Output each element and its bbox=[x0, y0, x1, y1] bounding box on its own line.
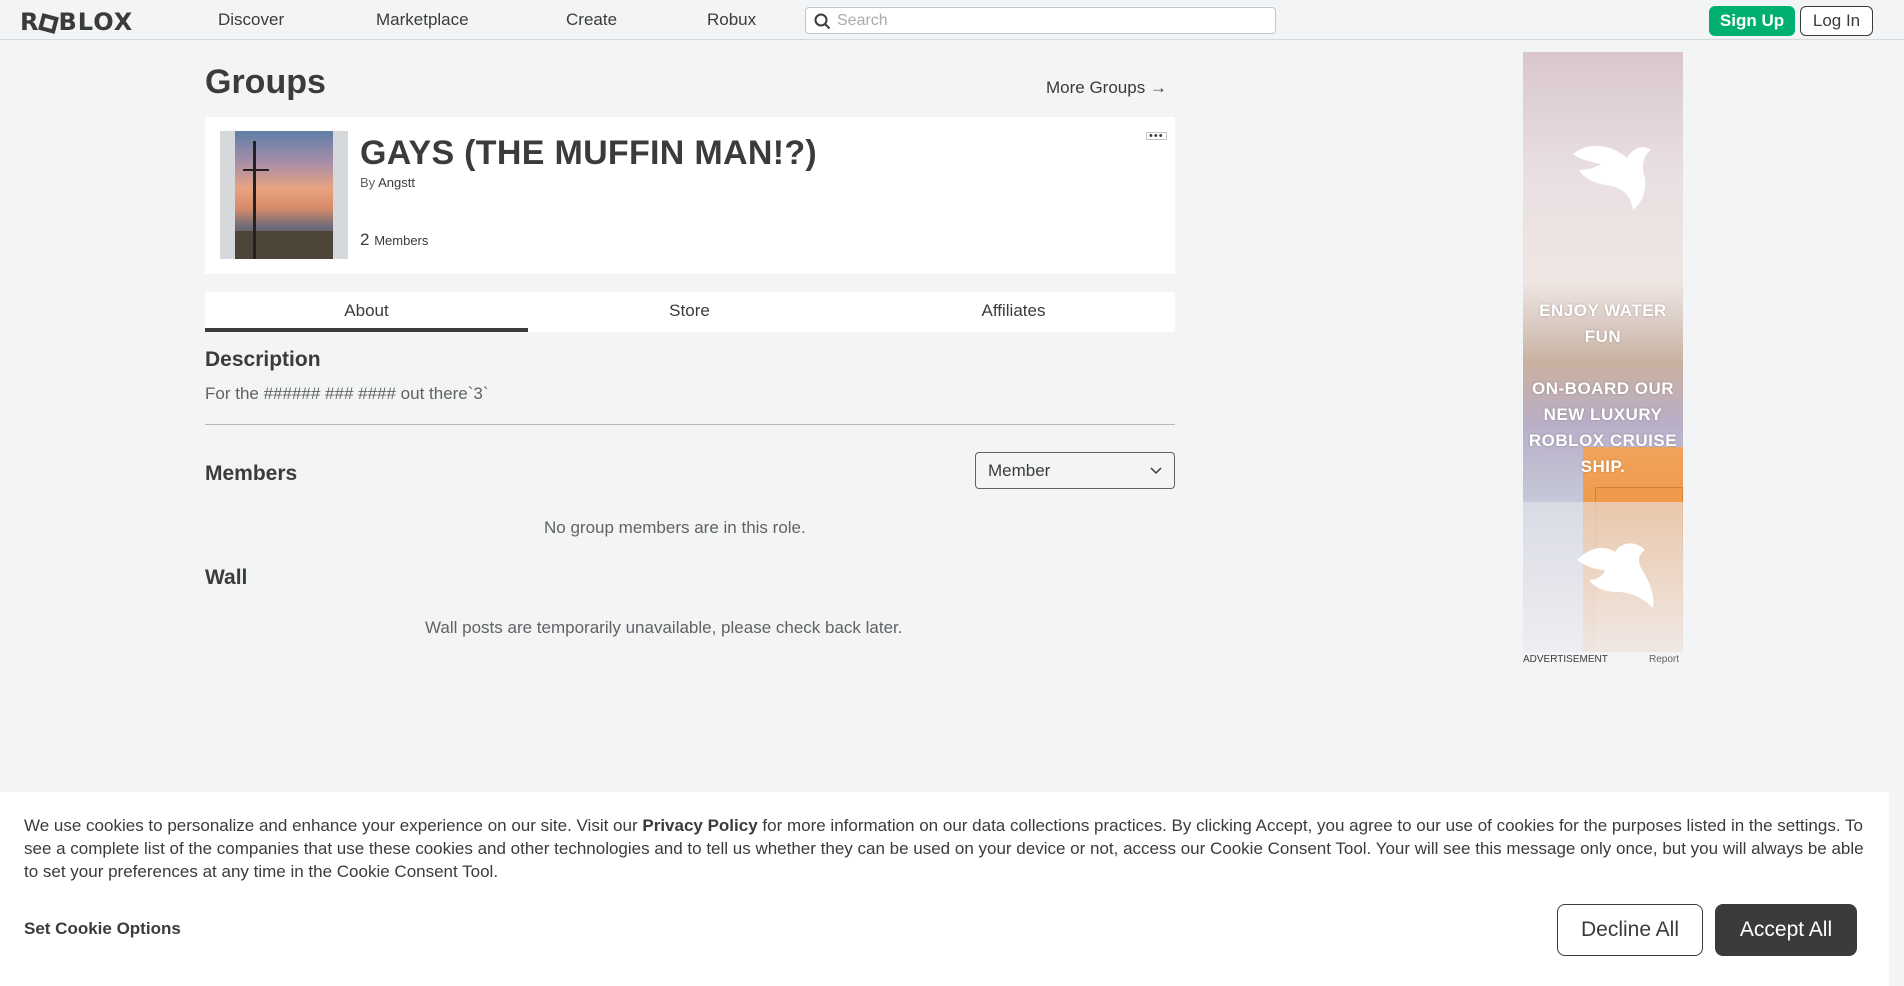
signup-button[interactable]: Sign Up bbox=[1709, 6, 1795, 36]
group-owner-line: By Angstt bbox=[360, 175, 415, 190]
nav-create[interactable]: Create bbox=[566, 10, 617, 30]
description-text: For the ###### ### #### out there`3` bbox=[205, 384, 489, 403]
search-icon bbox=[814, 13, 831, 30]
decline-all-button[interactable]: Decline All bbox=[1557, 904, 1703, 956]
group-name: GAYS (THE MUFFIN MAN!?) bbox=[360, 134, 818, 172]
advertisement-label: ADVERTISEMENT bbox=[1523, 654, 1608, 665]
group-tabs: About Store Affiliates bbox=[205, 292, 1175, 332]
chevron-down-icon bbox=[1150, 467, 1162, 475]
group-image bbox=[235, 131, 333, 259]
ad-report-link[interactable]: Report bbox=[1649, 654, 1679, 665]
group-thumbnail bbox=[220, 131, 348, 259]
cookie-text-start: We use cookies to personalize and enhanc… bbox=[24, 816, 643, 835]
tab-affiliates[interactable]: Affiliates bbox=[852, 292, 1175, 332]
member-count-label: Members bbox=[374, 233, 429, 248]
more-options-icon[interactable]: ••• bbox=[1146, 131, 1167, 142]
set-cookie-options-link[interactable]: Set Cookie Options bbox=[24, 919, 181, 939]
role-dropdown[interactable]: Member bbox=[975, 452, 1175, 489]
ad-headline: ENJOY WATER FUN bbox=[1539, 301, 1667, 346]
seagull-icon bbox=[1577, 543, 1654, 608]
more-groups-link[interactable]: More Groups → bbox=[1046, 78, 1167, 98]
ad-subtext: ON-BOARD OUR NEW LUXURY ROBLOX CRUISE SH… bbox=[1528, 379, 1678, 476]
nav-discover[interactable]: Discover bbox=[218, 10, 284, 30]
roblox-logo[interactable]: R BLOX bbox=[20, 8, 133, 36]
divider bbox=[205, 424, 1175, 425]
group-owner-link[interactable]: Angstt bbox=[378, 175, 415, 190]
role-selected-value: Member bbox=[988, 461, 1051, 480]
members-heading: Members bbox=[205, 462, 298, 485]
tab-about[interactable]: About bbox=[205, 292, 528, 332]
wall-message: Wall posts are temporarily unavailable, … bbox=[425, 618, 903, 637]
seagull-icon bbox=[1573, 145, 1651, 210]
accept-all-button[interactable]: Accept All bbox=[1715, 904, 1857, 956]
search-input[interactable] bbox=[837, 11, 1267, 30]
by-label: By bbox=[360, 175, 376, 190]
search-box[interactable] bbox=[805, 7, 1276, 34]
nav-marketplace[interactable]: Marketplace bbox=[376, 10, 469, 30]
description-heading: Description bbox=[205, 348, 321, 371]
member-count-value: 2 bbox=[360, 230, 370, 249]
top-nav: R BLOX Discover Marketplace Create Robux … bbox=[0, 0, 1904, 40]
members-empty-message: No group members are in this role. bbox=[544, 518, 806, 537]
tab-store[interactable]: Store bbox=[528, 292, 851, 332]
page-title: Groups bbox=[205, 63, 326, 101]
group-header-card: GAYS (THE MUFFIN MAN!?) By Angstt 2 Memb… bbox=[205, 117, 1175, 274]
cookie-banner: We use cookies to personalize and enhanc… bbox=[0, 792, 1889, 986]
wall-heading: Wall bbox=[205, 566, 248, 589]
login-button[interactable]: Log In bbox=[1800, 6, 1873, 36]
advertisement-banner[interactable]: ENJOY WATER FUN ON-BOARD OUR NEW LUXURY … bbox=[1523, 52, 1683, 652]
cookie-message: We use cookies to personalize and enhanc… bbox=[24, 814, 1869, 883]
group-member-count: 2 Members bbox=[360, 230, 428, 250]
privacy-policy-link[interactable]: Privacy Policy bbox=[642, 816, 757, 835]
nav-robux[interactable]: Robux bbox=[707, 10, 756, 30]
